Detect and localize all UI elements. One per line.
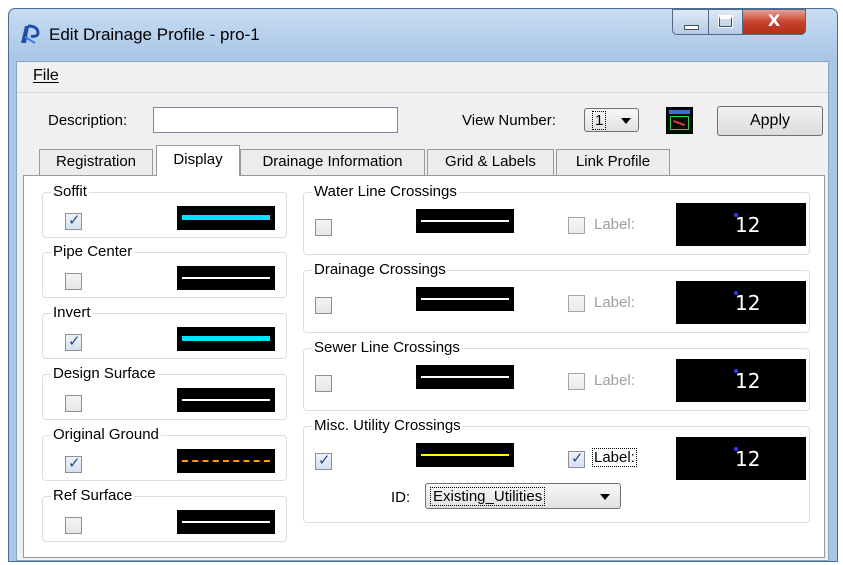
original-ground-line-style-swatch[interactable] bbox=[177, 449, 275, 473]
dialog-client-area: File Description: View Number: 1 Apply R… bbox=[16, 61, 829, 561]
chevron-down-icon bbox=[621, 118, 631, 124]
drainage-crossings-group: Drainage Crossings Label: 12 bbox=[303, 261, 810, 333]
drainage-crossings-checkbox[interactable] bbox=[315, 297, 332, 314]
pipe-center-line-style-swatch[interactable] bbox=[177, 266, 275, 290]
display-tab-page: Soffit Pipe Center Invert bbox=[23, 175, 825, 558]
view-window-icon[interactable] bbox=[666, 107, 693, 134]
misc-utility-crossings-group: Misc. Utility Crossings Label: 12 ID: Ex… bbox=[303, 417, 810, 523]
ref-surface-group: Ref Surface bbox=[42, 487, 287, 542]
description-label: Description: bbox=[48, 112, 128, 129]
label-preview-value: 12 bbox=[735, 369, 761, 393]
title-bar[interactable]: Edit Drainage Profile - pro-1 X bbox=[9, 9, 837, 61]
close-button[interactable]: X bbox=[742, 9, 806, 35]
water-line-crossings-label-text: Label: bbox=[594, 216, 635, 233]
group-title: Invert bbox=[51, 304, 93, 321]
design-surface-group: Design Surface bbox=[42, 365, 287, 420]
label-preview-value: 12 bbox=[735, 213, 761, 237]
group-title: Sewer Line Crossings bbox=[312, 339, 462, 356]
tab-drainage-information[interactable]: Drainage Information bbox=[240, 149, 425, 175]
water-line-crossings-line-style-swatch[interactable] bbox=[416, 209, 514, 233]
label-preview-value: 12 bbox=[735, 447, 761, 471]
minimize-button[interactable] bbox=[672, 9, 709, 35]
misc-utility-crossings-checkbox[interactable] bbox=[315, 451, 332, 470]
water-line-crossings-label-preview[interactable]: 12 bbox=[676, 203, 806, 246]
water-line-crossings-checkbox[interactable] bbox=[315, 219, 332, 236]
soffit-group: Soffit bbox=[42, 183, 287, 238]
group-title: Pipe Center bbox=[51, 243, 135, 260]
pipe-center-checkbox[interactable] bbox=[65, 273, 82, 290]
maximize-icon bbox=[718, 15, 733, 28]
invert-line-style-swatch[interactable] bbox=[177, 327, 275, 351]
sewer-line-crossings-line-style-swatch[interactable] bbox=[416, 365, 514, 389]
minimize-icon bbox=[684, 25, 699, 30]
sewer-line-crossings-group: Sewer Line Crossings Label: 12 bbox=[303, 339, 810, 411]
soffit-checkbox[interactable] bbox=[65, 211, 82, 230]
sewer-line-crossings-label-text: Label: bbox=[594, 372, 635, 389]
tab-link-profile[interactable]: Link Profile bbox=[556, 149, 670, 175]
invert-group: Invert bbox=[42, 304, 287, 359]
drainage-profile-app-icon bbox=[21, 24, 40, 44]
group-title: Ref Surface bbox=[51, 487, 135, 504]
view-number-select[interactable]: 1 bbox=[584, 108, 639, 132]
id-label: ID: bbox=[391, 489, 411, 506]
group-title: Water Line Crossings bbox=[312, 183, 459, 200]
chevron-down-icon bbox=[600, 494, 610, 500]
drainage-crossings-label-preview[interactable]: 12 bbox=[676, 281, 806, 324]
sewer-line-crossings-label-checkbox[interactable] bbox=[568, 373, 585, 390]
tab-display[interactable]: Display bbox=[156, 145, 240, 176]
label-preview-value: 12 bbox=[735, 291, 761, 315]
misc-utility-crossings-label-checkbox[interactable] bbox=[568, 449, 585, 468]
maximize-button[interactable] bbox=[708, 9, 743, 35]
menu-bar: File bbox=[17, 62, 828, 93]
misc-utility-crossings-line-style-swatch[interactable] bbox=[416, 443, 514, 467]
ref-surface-line-style-swatch[interactable] bbox=[177, 510, 275, 534]
tab-registration[interactable]: Registration bbox=[39, 149, 153, 175]
tab-grid-labels[interactable]: Grid & Labels bbox=[427, 149, 554, 175]
window-title: Edit Drainage Profile - pro-1 bbox=[49, 25, 260, 44]
drainage-crossings-label-text: Label: bbox=[594, 294, 635, 311]
design-surface-line-style-swatch[interactable] bbox=[177, 388, 275, 412]
apply-button[interactable]: Apply bbox=[717, 106, 823, 136]
menu-file[interactable]: File bbox=[33, 67, 59, 85]
invert-checkbox[interactable] bbox=[65, 332, 82, 351]
group-title: Misc. Utility Crossings bbox=[312, 417, 463, 434]
group-title: Drainage Crossings bbox=[312, 261, 448, 278]
soffit-line-style-swatch[interactable] bbox=[177, 206, 275, 230]
ref-surface-checkbox[interactable] bbox=[65, 517, 82, 534]
misc-utility-crossings-label-preview[interactable]: 12 bbox=[676, 437, 806, 480]
group-title: Original Ground bbox=[51, 426, 161, 443]
group-title: Soffit bbox=[51, 183, 89, 200]
original-ground-checkbox[interactable] bbox=[65, 454, 82, 473]
view-number-label: View Number: bbox=[462, 112, 556, 129]
dialog-window: Edit Drainage Profile - pro-1 X File Des… bbox=[8, 8, 838, 562]
close-icon: X bbox=[767, 11, 781, 30]
description-input[interactable] bbox=[153, 107, 398, 133]
water-line-crossings-group: Water Line Crossings Label: 12 bbox=[303, 183, 810, 255]
group-title: Design Surface bbox=[51, 365, 158, 382]
original-ground-group: Original Ground bbox=[42, 426, 287, 481]
pipe-center-group: Pipe Center bbox=[42, 243, 287, 298]
misc-utility-crossings-label-text: Label: bbox=[592, 448, 637, 467]
drainage-crossings-line-style-swatch[interactable] bbox=[416, 287, 514, 311]
water-line-crossings-label-checkbox[interactable] bbox=[568, 217, 585, 234]
sewer-line-crossings-label-preview[interactable]: 12 bbox=[676, 359, 806, 402]
view-number-value: 1 bbox=[592, 111, 607, 130]
drainage-crossings-label-checkbox[interactable] bbox=[568, 295, 585, 312]
design-surface-checkbox[interactable] bbox=[65, 395, 82, 412]
id-select-value: Existing_Utilities bbox=[430, 487, 546, 506]
sewer-line-crossings-checkbox[interactable] bbox=[315, 375, 332, 392]
id-select[interactable]: Existing_Utilities bbox=[425, 483, 621, 509]
